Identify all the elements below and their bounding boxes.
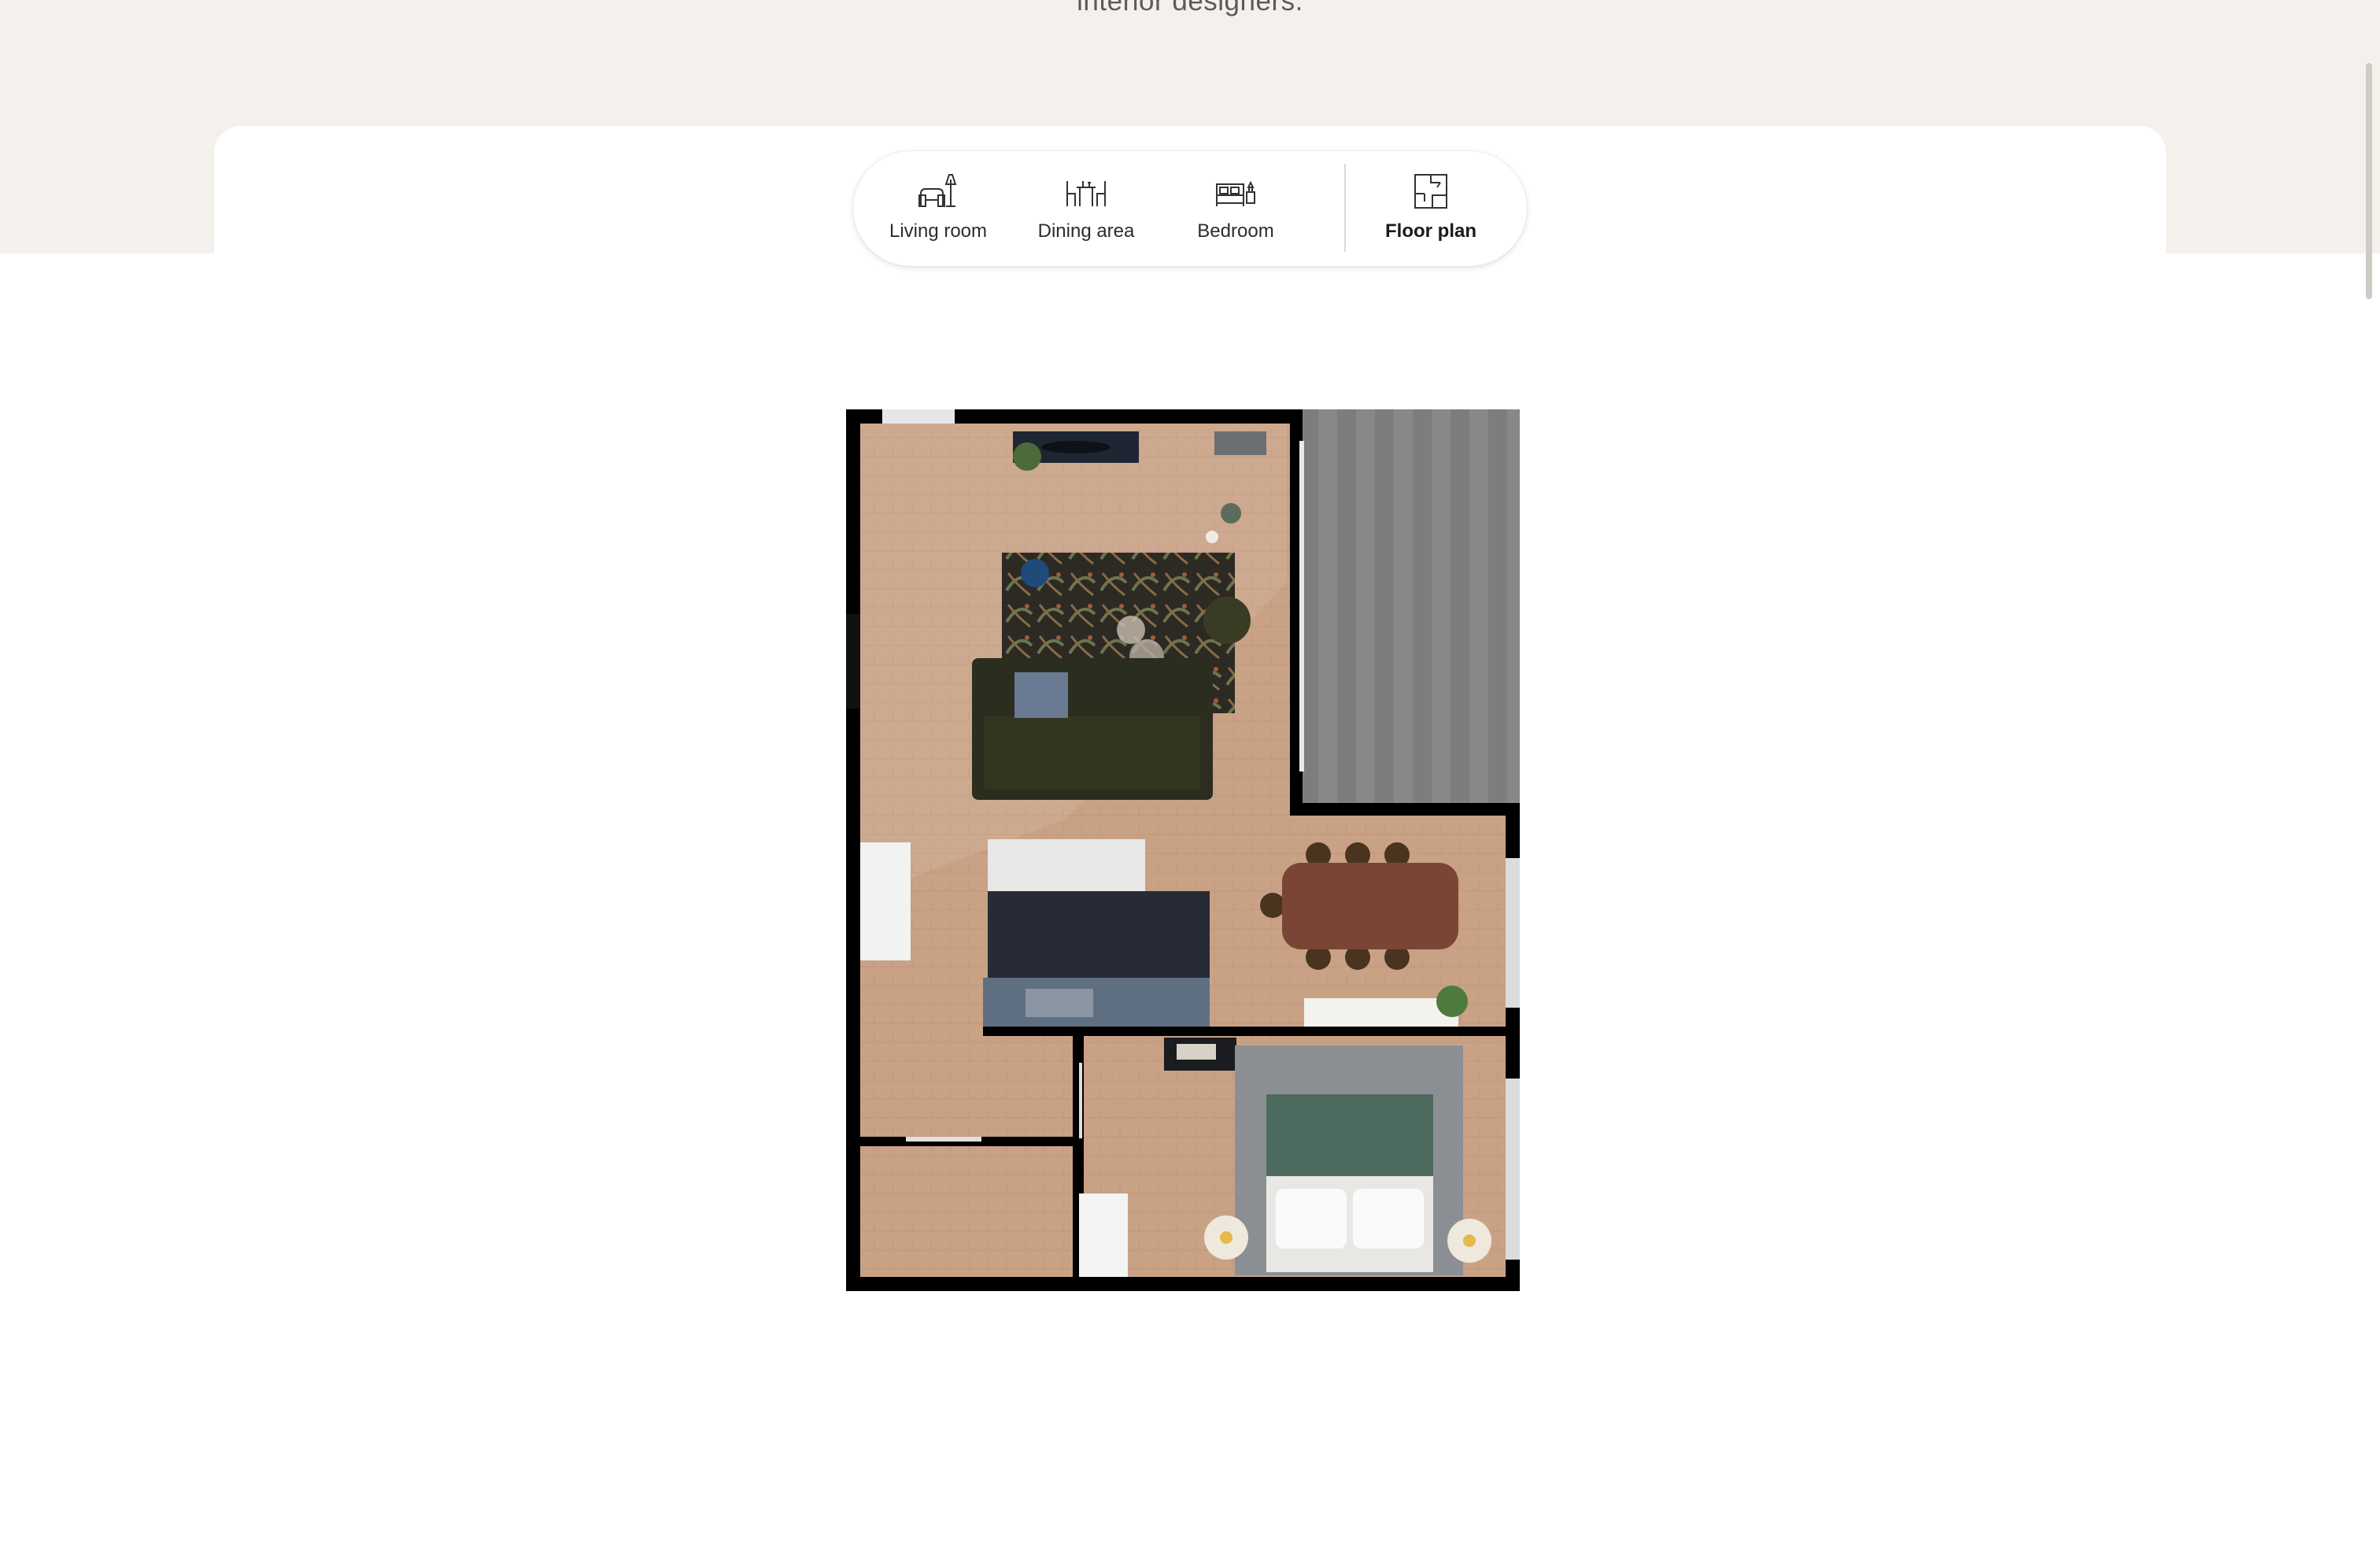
tab-dining-area[interactable]: Dining area — [1012, 151, 1160, 266]
tab-label: Floor plan — [1385, 220, 1476, 242]
tab-living-room[interactable]: Living room — [864, 151, 1012, 266]
tab-label: Living room — [889, 220, 988, 242]
page-subtitle: interior designers. — [1077, 0, 1303, 17]
tab-floor-plan[interactable]: Floor plan — [1357, 151, 1505, 266]
tab-label: Dining area — [1037, 220, 1135, 242]
tab-divider — [1344, 164, 1346, 252]
armchair-lamp-icon — [918, 174, 957, 207]
floor-plan-image — [846, 409, 1520, 1291]
room-tabs: Living room Dining area Bedroom Floor pl… — [853, 151, 1527, 266]
floor-plan-icon — [1414, 174, 1447, 209]
tab-bedroom[interactable]: Bedroom — [1162, 151, 1310, 266]
dining-table-chairs-icon — [1066, 181, 1106, 206]
tab-label: Bedroom — [1197, 220, 1274, 242]
scrollbar[interactable] — [2366, 63, 2372, 299]
bed-icon — [1216, 180, 1255, 206]
